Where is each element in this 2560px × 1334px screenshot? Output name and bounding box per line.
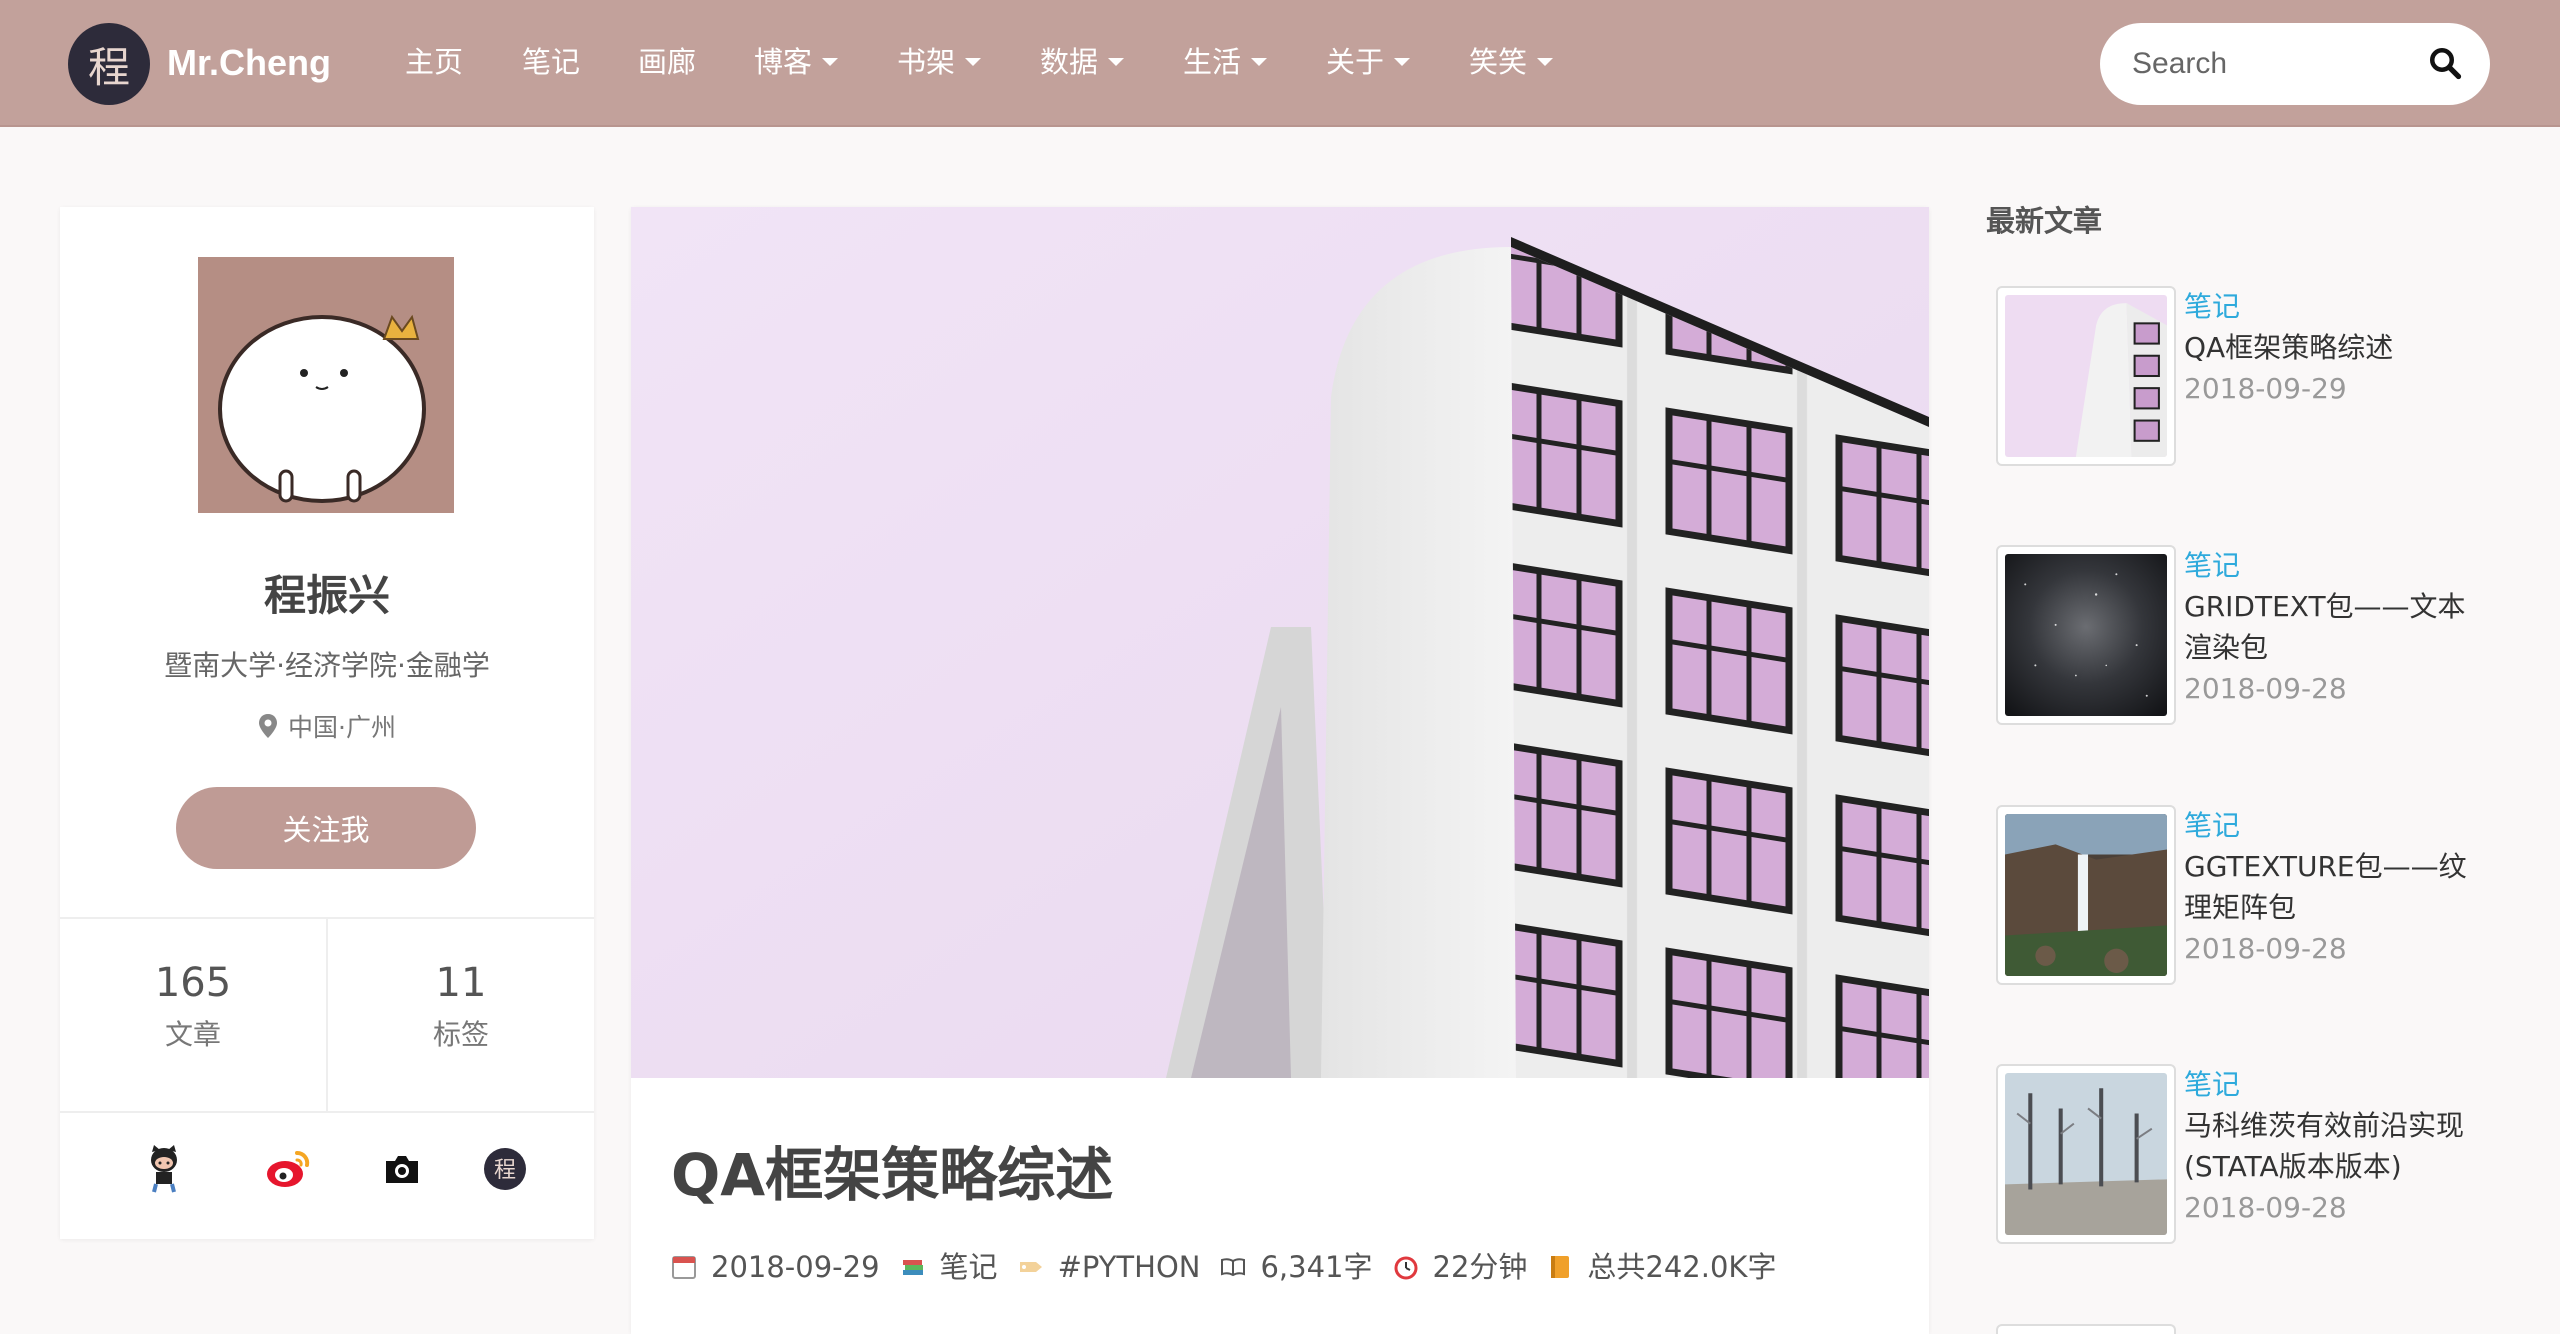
location-text: 中国·广州	[288, 713, 396, 742]
github-icon[interactable]	[140, 1145, 188, 1193]
recent-thumbnail[interactable]	[1996, 286, 2176, 466]
follow-button[interactable]: 关注我	[176, 787, 476, 869]
nav-item-gallery[interactable]: 画廊	[638, 38, 696, 86]
meta-category[interactable]: 笔记	[900, 1243, 998, 1291]
nav-item-life[interactable]: 生活	[1183, 38, 1268, 86]
recent-title[interactable]: GRIDTEXT包——文本渲染包	[2184, 586, 2484, 668]
search-box	[2100, 23, 2490, 105]
nav-item-home[interactable]: 主页	[405, 38, 463, 86]
tag-icon	[1019, 1262, 1042, 1272]
meta-tag-text: #PYTHON	[1057, 1250, 1201, 1284]
galaxy-thumbnail	[2005, 554, 2167, 716]
recent-text: 笔记 GGTEXTURE包——纹理矩阵包 2018-09-28	[2184, 805, 2484, 969]
camera-icon[interactable]	[378, 1145, 426, 1193]
meta-words: 6,341字	[1220, 1243, 1373, 1291]
stat-label: 标签	[432, 1018, 489, 1051]
svg-text:程: 程	[494, 1158, 516, 1183]
recent-date: 2018-09-29	[2184, 372, 2347, 405]
nav-item-blog[interactable]: 博客	[754, 38, 839, 86]
recent-thumbnail[interactable]	[1996, 805, 2176, 985]
weibo-icon[interactable]	[265, 1145, 313, 1193]
divider	[60, 1111, 594, 1113]
recent-title[interactable]: 马科维茨有效前沿实现(STATA版本版本)	[2184, 1105, 2484, 1187]
stat-value: 11	[435, 960, 487, 1006]
forest-thumbnail	[2005, 1073, 2167, 1235]
avatar[interactable]	[198, 257, 454, 513]
post-card: QA框架策略综述 2018-09-29 笔记 #PYTHON 6,341字 22…	[631, 207, 1929, 1334]
meta-category-text: 笔记	[939, 1250, 998, 1284]
post-hero-image[interactable]	[631, 207, 1929, 1078]
chevron-down-icon	[1251, 58, 1268, 66]
recent-text: 笔记 QA框架策略综述 2018-09-29	[2184, 286, 2484, 409]
recent-date: 2018-09-28	[2184, 672, 2347, 705]
chevron-down-icon	[822, 58, 839, 66]
post-meta: 2018-09-29 笔记 #PYTHON 6,341字 22分钟 总共242.…	[671, 1243, 1796, 1291]
recent-text: 笔记 马科维茨有效前沿实现(STATA版本版本) 2018-09-28	[2184, 1064, 2484, 1228]
stat-label: 文章	[164, 1018, 221, 1051]
profile-card: 程振兴 暨南大学·经济学院·金融学 中国·广州 关注我 165 文章 11 标签	[60, 207, 594, 1239]
search-input[interactable]	[2132, 41, 2412, 87]
chevron-down-icon	[1537, 58, 1554, 66]
chevron-down-icon	[1108, 58, 1125, 66]
recent-thumbnail[interactable]	[1996, 1064, 2176, 1244]
nav-item-about[interactable]: 关于	[1326, 38, 1411, 86]
post-title[interactable]: QA框架策略综述	[671, 1133, 1113, 1217]
nav-item-bookshelf[interactable]: 书架	[897, 38, 982, 86]
books-icon	[902, 1260, 923, 1275]
alarm-clock-icon	[1394, 1256, 1417, 1280]
recent-heading: 最新文章	[1986, 204, 2103, 238]
meta-tag[interactable]: #PYTHON	[1018, 1243, 1201, 1291]
building-thumbnail	[2005, 295, 2167, 457]
meta-read-time: 22分钟	[1393, 1243, 1528, 1291]
nav-item-data[interactable]: 数据	[1040, 38, 1125, 86]
recent-text: 笔记 GRIDTEXT包——文本渲染包 2018-09-28	[2184, 545, 2484, 709]
nav-item-notes[interactable]: 笔记	[522, 38, 580, 86]
meta-read-time-text: 22分钟	[1432, 1250, 1528, 1284]
search-icon[interactable]	[2427, 45, 2463, 81]
nav-item-laugh[interactable]: 笑笑	[1469, 38, 1554, 86]
calendar-icon	[672, 1256, 696, 1279]
blog-logo-icon[interactable]: 程	[481, 1145, 529, 1193]
meta-date-text: 2018-09-29	[711, 1250, 880, 1284]
chevron-down-icon	[1394, 58, 1411, 66]
stat-tags[interactable]: 11 标签	[328, 955, 594, 1059]
profile-name: 程振兴	[263, 571, 390, 620]
recent-title[interactable]: GGTEXTURE包——纹理矩阵包	[2184, 846, 2484, 928]
recent-category[interactable]: 笔记	[2184, 805, 2484, 846]
recent-title[interactable]: QA框架策略综述	[2184, 327, 2484, 368]
orange-book-icon	[1551, 1256, 1570, 1278]
stat-articles[interactable]: 165 文章	[60, 955, 326, 1059]
profile-school: 暨南大学·经济学院·金融学	[164, 649, 490, 682]
recent-date: 2018-09-28	[2184, 932, 2347, 965]
meta-words-text: 6,341字	[1260, 1250, 1373, 1284]
open-book-icon	[1221, 1258, 1246, 1277]
brand-name[interactable]: Mr.Cheng	[167, 40, 331, 86]
recent-date: 2018-09-28	[2184, 1191, 2347, 1224]
profile-location: 中国·广州	[60, 708, 594, 744]
recent-category[interactable]: 笔记	[2184, 286, 2484, 327]
location-pin-icon	[259, 714, 278, 738]
recent-thumbnail[interactable]	[1996, 545, 2176, 725]
mascot-illustration	[198, 257, 454, 513]
stat-value: 165	[154, 960, 232, 1006]
chevron-down-icon	[965, 58, 982, 66]
top-navbar: 程 Mr.Cheng 主页 笔记 画廊 博客 书架 数据 生活 关于 笑笑	[0, 0, 2560, 127]
recent-category[interactable]: 笔记	[2184, 545, 2484, 586]
meta-total-text: 总共242.0K字	[1587, 1250, 1777, 1284]
waterfall-thumbnail	[2005, 814, 2167, 976]
recent-category[interactable]: 笔记	[2184, 1064, 2484, 1105]
meta-total: 总共242.0K字	[1547, 1243, 1776, 1291]
brand-logo[interactable]: 程	[68, 23, 150, 105]
recent-thumbnail[interactable]	[1996, 1324, 2176, 1334]
meta-date: 2018-09-29	[671, 1243, 880, 1291]
